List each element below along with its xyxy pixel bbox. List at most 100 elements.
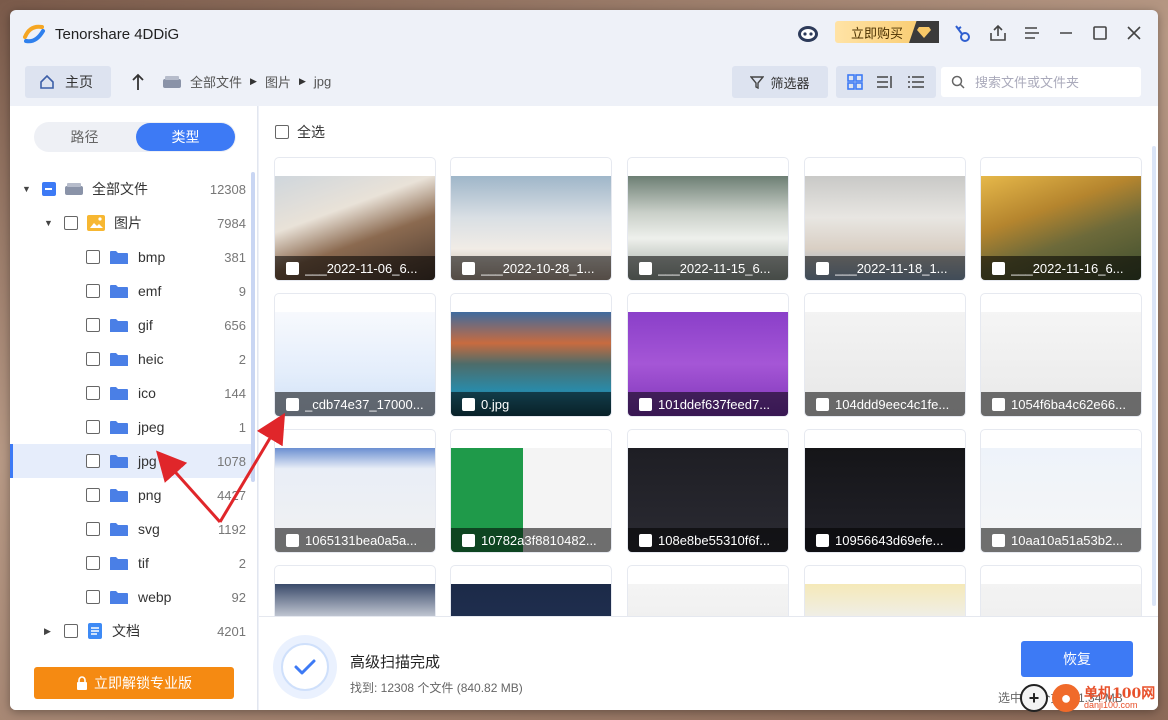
expand-caret-icon[interactable]: ▼ xyxy=(44,218,56,228)
checkbox[interactable] xyxy=(86,352,100,366)
tree-item-jpeg[interactable]: jpeg 1 xyxy=(10,410,254,444)
grid-view-icon[interactable] xyxy=(846,74,863,90)
checkbox[interactable] xyxy=(286,533,299,547)
tree-item-jpg[interactable]: jpg 1078 xyxy=(10,444,254,478)
checkbox[interactable] xyxy=(86,420,100,434)
checkbox[interactable] xyxy=(286,397,299,411)
tree-item-count: 2 xyxy=(238,351,246,367)
file-name: 108e8be55310f6f... xyxy=(658,532,771,548)
checkbox[interactable] xyxy=(816,533,829,547)
tree-item-label: ico xyxy=(138,385,156,401)
file-thumbnail[interactable]: 101ddef637feed7... xyxy=(628,294,788,416)
filter-button[interactable]: 筛选器 xyxy=(732,66,828,98)
checkbox[interactable] xyxy=(86,386,100,400)
menu-icon[interactable] xyxy=(1020,21,1044,45)
search-input[interactable] xyxy=(975,74,1125,90)
tree-item-bmp[interactable]: bmp 381 xyxy=(10,240,254,274)
expand-caret-icon[interactable]: ▶ xyxy=(44,626,56,637)
file-thumbnail[interactable]: 10956643d69efe... xyxy=(805,430,965,552)
tab-path[interactable]: 路径 xyxy=(35,123,134,151)
checkbox[interactable] xyxy=(86,454,100,468)
tree-item-ico[interactable]: ico 144 xyxy=(10,376,254,410)
checkbox[interactable] xyxy=(462,397,475,411)
tree-item-gif[interactable]: gif 656 xyxy=(10,308,254,342)
expand-caret-icon[interactable]: ▼ xyxy=(22,184,34,194)
checkbox[interactable] xyxy=(639,533,652,547)
assistant-robot-icon[interactable] xyxy=(796,21,820,45)
unlock-pro-label: 立即解锁专业版 xyxy=(94,675,192,691)
checkbox[interactable] xyxy=(86,590,100,604)
list-view-icon[interactable] xyxy=(876,74,894,90)
breadcrumb-item[interactable]: 图片 xyxy=(265,72,291,91)
file-thumbnail[interactable] xyxy=(628,566,788,616)
file-thumbnail[interactable]: 0.jpg xyxy=(451,294,611,416)
checkbox[interactable] xyxy=(275,125,289,139)
file-thumbnail[interactable] xyxy=(451,566,611,616)
file-thumbnail[interactable]: ___2022-10-28_1... xyxy=(451,158,611,280)
buy-now-button[interactable]: 立即购买 xyxy=(835,21,939,43)
checkbox[interactable] xyxy=(86,318,100,332)
up-arrow-icon[interactable] xyxy=(128,70,148,94)
tree-item-count: 381 xyxy=(224,249,246,265)
tree-item-documents[interactable]: ▶ 文档 4201 xyxy=(10,614,254,648)
file-thumbnail[interactable]: 1065131bea0a5a... xyxy=(275,430,435,552)
file-thumbnail[interactable]: 1054f6ba4c62e66... xyxy=(981,294,1141,416)
recover-button[interactable]: 恢复 xyxy=(1021,641,1133,677)
checkbox[interactable] xyxy=(86,522,100,536)
maximize-icon[interactable] xyxy=(1088,21,1112,45)
tree-item-svg[interactable]: svg 1192 xyxy=(10,512,254,546)
checkbox[interactable] xyxy=(462,533,475,547)
checkbox[interactable] xyxy=(992,533,1005,547)
file-thumbnail[interactable]: ___2022-11-06_6... xyxy=(275,158,435,280)
checkbox[interactable] xyxy=(86,284,100,298)
tree-item-webp[interactable]: webp 92 xyxy=(10,580,254,614)
checkbox[interactable] xyxy=(42,182,56,196)
file-thumbnail[interactable]: ___2022-11-15_6... xyxy=(628,158,788,280)
file-thumbnail[interactable]: _cdb74e37_17000... xyxy=(275,294,435,416)
checkbox[interactable] xyxy=(86,556,100,570)
file-thumbnail[interactable]: 10782a3f8810482... xyxy=(451,430,611,552)
checkbox[interactable] xyxy=(992,397,1005,411)
file-thumbnail[interactable]: 108e8be55310f6f... xyxy=(628,430,788,552)
checkbox[interactable] xyxy=(64,216,78,230)
sidebar-scrollbar[interactable] xyxy=(251,172,255,482)
file-thumbnail[interactable] xyxy=(275,566,435,616)
detail-view-icon[interactable] xyxy=(907,74,925,90)
tree-item-all-files[interactable]: ▼ 全部文件 12308 xyxy=(10,172,254,206)
checkbox[interactable] xyxy=(462,261,475,275)
file-thumbnail[interactable]: 104ddd9eec4c1fe... xyxy=(805,294,965,416)
checkbox[interactable] xyxy=(639,397,652,411)
file-thumbnail[interactable] xyxy=(981,566,1141,616)
close-icon[interactable] xyxy=(1122,21,1146,45)
checkbox[interactable] xyxy=(86,488,100,502)
share-icon[interactable] xyxy=(986,21,1010,45)
tab-type[interactable]: 类型 xyxy=(136,123,235,151)
tree-item-images[interactable]: ▼ 图片 7984 xyxy=(10,206,254,240)
file-thumbnail[interactable]: 10aa10a51a53b2... xyxy=(981,430,1141,552)
tree-item-heic[interactable]: heic 2 xyxy=(10,342,254,376)
breadcrumb-item[interactable]: 全部文件 xyxy=(190,72,242,91)
key-icon[interactable] xyxy=(950,21,974,45)
checkbox[interactable] xyxy=(64,624,78,638)
unlock-pro-button[interactable]: 立即解锁专业版 xyxy=(34,667,234,699)
checkbox[interactable] xyxy=(816,261,829,275)
checkbox[interactable] xyxy=(639,261,652,275)
content-scrollbar[interactable] xyxy=(1152,146,1156,606)
folder-icon xyxy=(110,318,128,332)
breadcrumb-item[interactable]: jpg xyxy=(314,74,331,89)
minimize-icon[interactable] xyxy=(1054,21,1078,45)
checkbox[interactable] xyxy=(816,397,829,411)
tree-item-tif[interactable]: tif 2 xyxy=(10,546,254,580)
file-thumbnail[interactable]: ___2022-11-18_1... xyxy=(805,158,965,280)
file-thumbnail[interactable] xyxy=(805,566,965,616)
file-thumbnail[interactable]: ___2022-11-16_6... xyxy=(981,158,1141,280)
tree-item-png[interactable]: png 4427 xyxy=(10,478,254,512)
home-button[interactable]: 主页 xyxy=(25,66,111,98)
checkbox[interactable] xyxy=(286,261,299,275)
home-icon xyxy=(40,74,54,89)
checkbox[interactable] xyxy=(86,250,100,264)
select-all-label: 全选 xyxy=(297,124,325,140)
select-all[interactable]: 全选 xyxy=(275,122,325,142)
tree-item-emf[interactable]: emf 9 xyxy=(10,274,254,308)
checkbox[interactable] xyxy=(992,261,1005,275)
